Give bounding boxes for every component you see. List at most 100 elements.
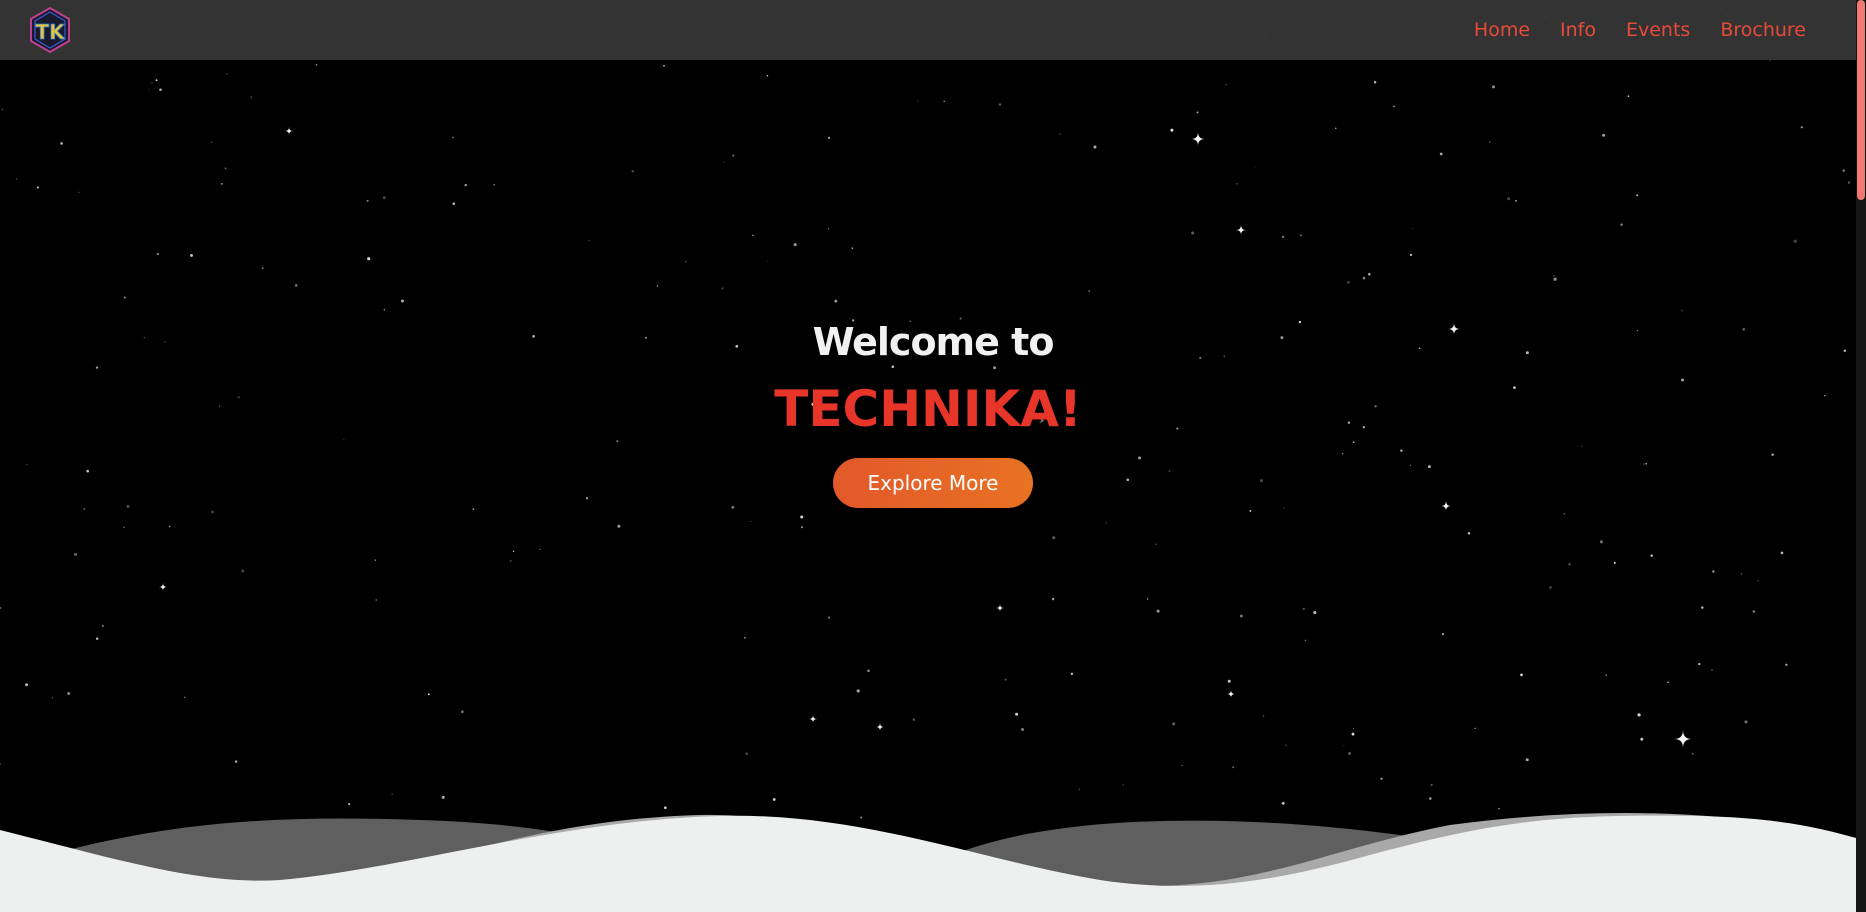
- sparkle-star-icon: [876, 723, 884, 731]
- star-dot: [1302, 607, 1305, 611]
- star-dot: [452, 136, 454, 139]
- page: TK Home Info Events Brochure Welcome to …: [0, 0, 1866, 912]
- star-dot: [123, 296, 126, 299]
- sparkle-star-icon: [1236, 225, 1246, 235]
- star-dot: [1843, 349, 1847, 353]
- tk-hexagon-logo-icon[interactable]: TK: [26, 6, 74, 54]
- star-dot: [1752, 610, 1755, 613]
- star-dot: [1514, 199, 1517, 202]
- star-dot: [102, 625, 104, 627]
- sparkle-star-icon: [1674, 730, 1692, 748]
- star-dot: [190, 253, 193, 257]
- star-dot: [1021, 728, 1024, 731]
- star-dot: [95, 366, 99, 369]
- star-dot: [1418, 347, 1421, 350]
- star-dot: [912, 718, 916, 721]
- explore-more-button[interactable]: Explore More: [833, 458, 1033, 508]
- star-dot: [1842, 169, 1845, 172]
- star-dot: [343, 439, 345, 441]
- star-dot: [891, 365, 895, 369]
- star-dot: [123, 526, 126, 529]
- star-dot: [1847, 181, 1851, 184]
- star-dot: [1280, 336, 1284, 339]
- star-dot: [1428, 465, 1431, 469]
- sparkle-star-icon: [1448, 323, 1460, 335]
- star-dot: [16, 178, 18, 180]
- star-dot: [959, 317, 962, 320]
- star-dot: [766, 75, 769, 77]
- star-dot: [751, 234, 754, 237]
- star-dot: [1489, 141, 1491, 143]
- star-dot: [1667, 681, 1670, 684]
- star-dot: [744, 636, 746, 639]
- star-dot: [1525, 351, 1529, 355]
- star-dot: [155, 79, 158, 82]
- star-dot: [452, 202, 456, 205]
- star-dot: [0, 763, 1, 766]
- star-dot: [512, 550, 515, 552]
- star-dot: [375, 599, 378, 601]
- nav-link-home[interactable]: Home: [1474, 0, 1530, 60]
- star-dot: [1491, 85, 1496, 89]
- star-dot: [1304, 639, 1307, 642]
- star-dot: [943, 100, 945, 103]
- star-dot: [1351, 732, 1355, 736]
- star-dot: [1352, 728, 1355, 730]
- star-dot: [1105, 522, 1107, 524]
- star-dot: [73, 552, 78, 556]
- star-dot: [1040, 419, 1044, 422]
- nav-link-info[interactable]: Info: [1560, 0, 1596, 60]
- star-dot: [656, 285, 659, 287]
- star-dot: [1285, 744, 1287, 746]
- star-dot: [588, 240, 590, 242]
- star-dot: [241, 569, 245, 573]
- star-dot: [164, 341, 166, 343]
- star-dot: [745, 752, 749, 756]
- star-dot: [183, 696, 186, 699]
- star-dot: [1640, 737, 1644, 741]
- star-dot: [1122, 784, 1124, 786]
- star-dot: [1, 108, 4, 111]
- star-dot: [811, 402, 815, 406]
- star-dot: [1051, 597, 1055, 601]
- nav-link-events[interactable]: Events: [1626, 0, 1690, 60]
- star-dot: [909, 320, 911, 322]
- star-dot: [1645, 462, 1648, 465]
- star-dot: [366, 199, 369, 202]
- star-dot: [1691, 752, 1694, 755]
- star-dot: [1156, 609, 1160, 613]
- nav-link-brochure[interactable]: Brochure: [1720, 0, 1806, 60]
- star-dot: [126, 504, 130, 508]
- star-dot: [827, 616, 831, 619]
- star-dot: [1701, 606, 1704, 609]
- star-dot: [367, 257, 371, 261]
- star-dot: [1636, 194, 1639, 197]
- star-dot: [539, 548, 541, 550]
- star-dot: [663, 64, 665, 67]
- star-dot: [211, 510, 214, 514]
- svg-text:TK: TK: [35, 20, 66, 44]
- star-dot: [1147, 598, 1149, 600]
- sparkle-star-icon: [1191, 132, 1205, 146]
- star-dot: [1824, 394, 1826, 397]
- star-dot: [616, 440, 619, 443]
- star-dot: [1093, 145, 1097, 149]
- star-dot: [95, 637, 99, 640]
- star-dot: [234, 760, 238, 763]
- star-dot: [731, 505, 735, 509]
- star-dot: [1599, 540, 1603, 544]
- star-dot: [1711, 669, 1713, 671]
- star-dot: [1298, 320, 1302, 324]
- star-dot: [750, 520, 752, 523]
- scrollbar-thumb[interactable]: [1857, 0, 1865, 200]
- vertical-scrollbar[interactable]: [1856, 0, 1866, 912]
- star-dot: [1568, 563, 1571, 566]
- star-dot: [1373, 80, 1377, 84]
- star-dot: [226, 73, 228, 75]
- star-dot: [1400, 449, 1403, 452]
- star-dot: [1698, 662, 1701, 666]
- star-dot: [143, 336, 145, 339]
- star-dot: [1439, 152, 1443, 156]
- star-dot: [382, 196, 386, 200]
- star-dot: [827, 136, 831, 140]
